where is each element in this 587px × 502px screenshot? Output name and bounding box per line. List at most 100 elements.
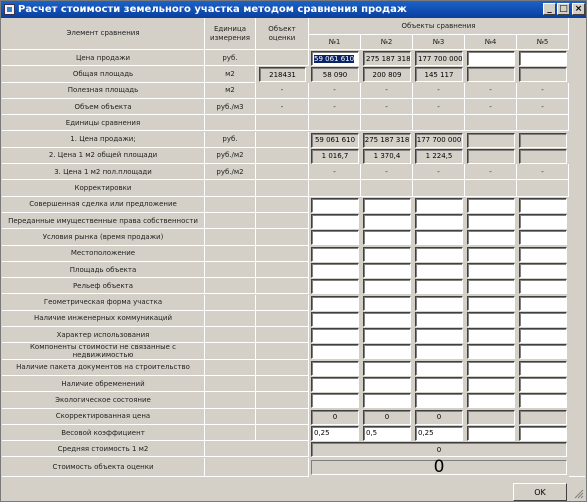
value-input[interactable] xyxy=(415,295,463,311)
value-input[interactable] xyxy=(519,214,567,229)
value-input[interactable] xyxy=(363,214,411,229)
value-input[interactable] xyxy=(311,393,359,409)
value-input[interactable] xyxy=(311,295,359,311)
value-input[interactable] xyxy=(467,377,515,392)
value-input[interactable] xyxy=(519,246,567,262)
computed-value-field: 59 061 610 xyxy=(311,132,359,148)
row-unit: м2 xyxy=(205,66,256,83)
value-input[interactable] xyxy=(467,214,515,229)
value-input[interactable] xyxy=(467,328,515,344)
value-input[interactable] xyxy=(467,197,515,213)
value-input[interactable] xyxy=(415,246,463,262)
row-unit xyxy=(205,408,256,425)
value-input[interactable] xyxy=(415,230,463,246)
value-input[interactable] xyxy=(467,344,515,360)
value-input[interactable] xyxy=(415,311,463,327)
value-input[interactable] xyxy=(467,279,515,295)
value-input[interactable] xyxy=(363,360,411,376)
value-input[interactable] xyxy=(467,51,515,66)
value-input[interactable] xyxy=(311,246,359,262)
value-input[interactable] xyxy=(311,328,359,344)
row-subject xyxy=(256,213,309,230)
minimize-button[interactable]: _ xyxy=(543,3,556,15)
value-input[interactable] xyxy=(519,393,567,409)
row-subject xyxy=(256,327,309,344)
value-input[interactable] xyxy=(415,262,463,278)
value-input[interactable]: 177 700 000 xyxy=(415,51,463,66)
value-input[interactable] xyxy=(363,295,411,311)
value-input[interactable] xyxy=(363,393,411,409)
value-input[interactable] xyxy=(519,262,567,278)
value-input[interactable] xyxy=(311,311,359,327)
computed-value-field: 1 370,4 xyxy=(363,148,411,164)
maximize-button[interactable]: □ xyxy=(557,3,570,15)
value-input[interactable]: 0,25 xyxy=(311,425,359,441)
value-input[interactable] xyxy=(519,197,567,213)
value-input[interactable] xyxy=(363,344,411,360)
value-input[interactable] xyxy=(415,214,463,229)
value-input[interactable] xyxy=(519,51,567,66)
value-input[interactable] xyxy=(311,262,359,278)
ok-button[interactable]: OK xyxy=(513,483,567,501)
value-input[interactable] xyxy=(415,344,463,360)
value-input[interactable]: 275 187 318 xyxy=(363,51,411,66)
value-input[interactable] xyxy=(415,197,463,213)
value-input[interactable] xyxy=(311,377,359,392)
row-value: - xyxy=(465,164,517,181)
row-value: - xyxy=(517,82,569,99)
value-input[interactable] xyxy=(363,262,411,278)
value-input[interactable] xyxy=(311,214,359,229)
empty-cell xyxy=(517,115,569,132)
value-input[interactable] xyxy=(519,344,567,360)
value-input[interactable] xyxy=(467,295,515,311)
value-input[interactable] xyxy=(519,360,567,376)
row-unit xyxy=(205,115,256,132)
value-input[interactable] xyxy=(415,328,463,344)
value-input[interactable] xyxy=(363,246,411,262)
value-input[interactable] xyxy=(519,230,567,246)
value-input[interactable] xyxy=(363,279,411,295)
empty-cell xyxy=(413,115,465,132)
row-label: Наличие инженерных коммуникаций xyxy=(2,310,205,328)
value-input[interactable] xyxy=(311,360,359,376)
value-input[interactable] xyxy=(415,279,463,295)
computed-value-field xyxy=(519,409,567,425)
value-input[interactable] xyxy=(467,360,515,376)
row-subject xyxy=(256,261,309,279)
value-input[interactable] xyxy=(311,344,359,360)
value-input[interactable] xyxy=(415,360,463,376)
value-input[interactable] xyxy=(467,230,515,246)
value-input[interactable]: 0,25 xyxy=(415,425,463,441)
value-input[interactable] xyxy=(311,197,359,213)
value-input[interactable] xyxy=(519,425,567,441)
value-input[interactable] xyxy=(519,328,567,344)
value-input[interactable] xyxy=(519,377,567,392)
value-input[interactable] xyxy=(467,393,515,409)
value-input[interactable] xyxy=(519,311,567,327)
close-button[interactable]: × xyxy=(572,3,585,15)
value-input[interactable]: 59 061 610 xyxy=(311,51,359,66)
value-input[interactable] xyxy=(415,393,463,409)
value-input[interactable] xyxy=(467,425,515,441)
row-value: - xyxy=(517,164,569,181)
empty-cell xyxy=(413,180,465,197)
value-input[interactable] xyxy=(363,377,411,392)
value-input[interactable] xyxy=(467,311,515,327)
header-object-4: №4 xyxy=(465,35,517,50)
value-input[interactable] xyxy=(311,230,359,246)
value-input[interactable] xyxy=(363,230,411,246)
value-input[interactable] xyxy=(467,262,515,278)
value-input[interactable]: 0,5 xyxy=(363,425,411,441)
value-input[interactable] xyxy=(363,311,411,327)
value-input[interactable] xyxy=(415,377,463,392)
value-input[interactable] xyxy=(519,279,567,295)
row-unit xyxy=(205,424,256,442)
empty-cell xyxy=(465,180,517,197)
value-input[interactable] xyxy=(467,246,515,262)
resize-grip-icon[interactable] xyxy=(574,489,584,499)
value-input[interactable] xyxy=(519,295,567,311)
value-input[interactable] xyxy=(311,279,359,295)
row-subject xyxy=(256,408,309,425)
value-input[interactable] xyxy=(363,197,411,213)
value-input[interactable] xyxy=(363,328,411,344)
